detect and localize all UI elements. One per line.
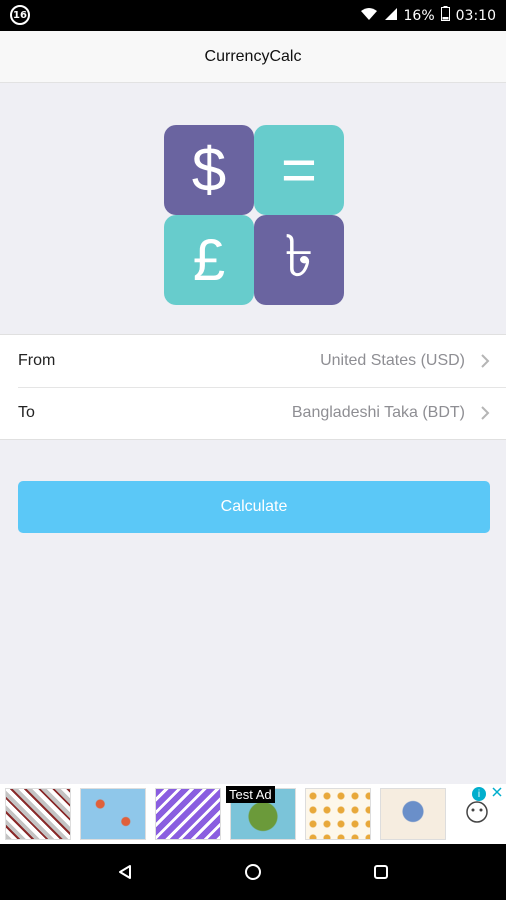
signal-icon bbox=[384, 7, 398, 25]
recents-icon[interactable] bbox=[351, 844, 411, 900]
status-bar: 16 16% 03:10 bbox=[0, 0, 506, 31]
from-label: From bbox=[18, 352, 56, 369]
home-icon[interactable] bbox=[223, 844, 283, 900]
pound-tile: £ bbox=[164, 215, 254, 305]
dollar-glyph: $ bbox=[191, 135, 227, 205]
ad-info-icon[interactable]: i bbox=[472, 787, 486, 801]
wifi-icon bbox=[360, 7, 378, 25]
to-row[interactable]: To Bangladeshi Taka (BDT) bbox=[0, 387, 506, 439]
page-title: CurrencyCalc bbox=[204, 47, 302, 65]
app-header: CurrencyCalc bbox=[0, 31, 506, 83]
ad-thumbnail[interactable] bbox=[155, 788, 221, 840]
test-ad-badge: Test Ad bbox=[226, 786, 275, 803]
status-icons: 16% 03:10 bbox=[360, 0, 496, 31]
system-nav-bar bbox=[0, 844, 506, 900]
ad-thumbnail[interactable] bbox=[5, 788, 71, 840]
dollar-tile: $ bbox=[164, 125, 254, 215]
calculate-button[interactable]: Calculate bbox=[18, 481, 490, 533]
taka-glyph: ৳ bbox=[284, 223, 314, 289]
battery-percent: 16% bbox=[403, 7, 435, 24]
ad-thumbnail[interactable] bbox=[305, 788, 371, 840]
clock: 03:10 bbox=[455, 7, 496, 24]
taka-tile: ৳ bbox=[254, 215, 344, 305]
app-logo: $ = £ ৳ bbox=[0, 82, 506, 334]
currency-form: From United States (USD) To Bangladeshi … bbox=[0, 334, 506, 440]
to-value: Bangladeshi Taka (BDT) bbox=[291, 404, 465, 421]
from-row[interactable]: From United States (USD) bbox=[0, 335, 506, 388]
chevron-right-icon bbox=[480, 387, 490, 439]
equals-tile: = bbox=[254, 125, 344, 215]
from-value: United States (USD) bbox=[320, 352, 465, 369]
back-icon[interactable] bbox=[95, 844, 155, 900]
ad-close-icon[interactable] bbox=[492, 786, 502, 800]
battery-icon bbox=[440, 6, 450, 25]
equals-glyph: = bbox=[280, 135, 318, 205]
to-label: To bbox=[18, 404, 35, 421]
chevron-right-icon bbox=[480, 335, 490, 387]
ad-thumbnail[interactable] bbox=[80, 788, 146, 840]
pound-glyph: £ bbox=[192, 227, 226, 293]
notification-badge: 16 bbox=[10, 5, 30, 25]
ad-thumbnail[interactable] bbox=[380, 788, 446, 840]
